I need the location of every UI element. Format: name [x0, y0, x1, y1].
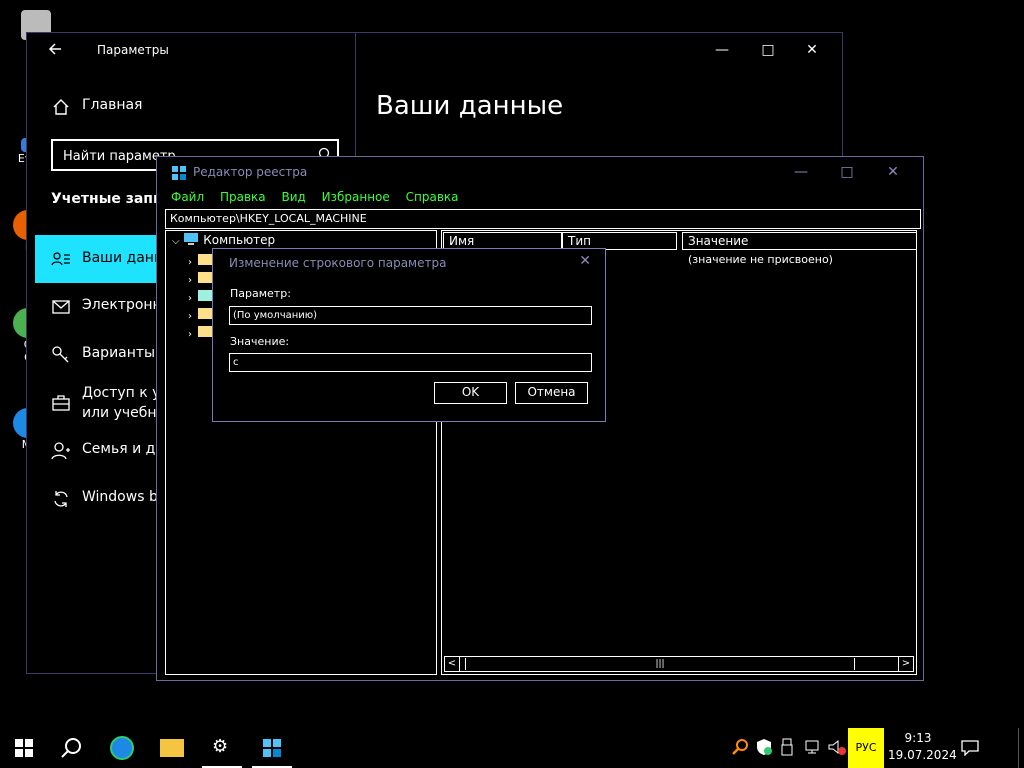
- menu-file[interactable]: Файл: [171, 190, 204, 204]
- scroll-thumb[interactable]: |||: [465, 658, 855, 670]
- clock[interactable]: 9:13 19.07.2024: [888, 730, 957, 764]
- briefcase-icon: [52, 395, 70, 411]
- horizontal-scrollbar[interactable]: < ||| >: [444, 656, 914, 672]
- tree-folder[interactable]: ›: [188, 325, 212, 341]
- chevron-right-icon[interactable]: ›: [188, 329, 192, 340]
- sync-icon: [54, 491, 68, 507]
- regedit-title: Редактор реестра: [193, 165, 308, 179]
- key-icon: [52, 346, 69, 363]
- scroll-right-button[interactable]: >: [898, 657, 913, 671]
- value-data-field[interactable]: [229, 353, 592, 372]
- page-heading: Ваши данные: [376, 91, 564, 121]
- tree-folder[interactable]: ›: [188, 253, 212, 269]
- show-desktop-button[interactable]: [1018, 728, 1024, 768]
- nav-windows-backup-label: Windows ba: [82, 489, 167, 505]
- cell-value: (значение не присвоено): [688, 253, 833, 266]
- nav-home-label: Главная: [82, 97, 143, 113]
- taskbar-settings[interactable]: ⚙: [198, 728, 246, 768]
- mail-icon: [52, 300, 70, 314]
- param-name-field[interactable]: [229, 306, 592, 325]
- menu-edit[interactable]: Правка: [220, 190, 266, 204]
- menu-favorites[interactable]: Избранное: [322, 190, 390, 204]
- regedit-menubar: Файл Правка Вид Избранное Справка: [171, 190, 471, 204]
- folder-icon: [198, 254, 212, 265]
- language-indicator[interactable]: РУС: [848, 728, 884, 768]
- edit-string-dialog: Изменение строкового параметра ✕ Парамет…: [212, 248, 606, 422]
- column-header-value[interactable]: Значение: [682, 232, 917, 250]
- chevron-right-icon[interactable]: ›: [188, 311, 192, 322]
- chevron-right-icon[interactable]: ›: [188, 293, 192, 304]
- folder-icon: [198, 290, 212, 301]
- minimize-button[interactable]: —: [702, 39, 742, 61]
- clock-time: 9:13: [904, 731, 932, 745]
- taskbar-edge[interactable]: [98, 728, 146, 768]
- param-label: Параметр:: [230, 287, 291, 300]
- taskbar-regedit[interactable]: [248, 728, 296, 768]
- search-icon: [61, 738, 81, 758]
- dialog-title: Изменение строкового параметра: [229, 256, 447, 270]
- volume-tray-icon[interactable]: [827, 738, 846, 758]
- search-button[interactable]: [48, 728, 96, 768]
- folder-icon: [198, 272, 212, 283]
- folder-icon: [198, 326, 212, 337]
- cancel-button[interactable]: Отмена: [515, 382, 588, 404]
- magnifier-icon: [732, 739, 748, 755]
- tree-folder[interactable]: ›: [188, 307, 212, 323]
- chevron-right-icon[interactable]: ›: [188, 275, 192, 286]
- notification-icon: [961, 740, 979, 756]
- chevron-right-icon[interactable]: ›: [188, 257, 192, 268]
- taskbar: ⚙ РУС 9:13 19.07.2024: [0, 728, 1024, 768]
- regedit-titlebar[interactable]: Редактор реестра — □ ✕: [157, 157, 923, 187]
- computer-icon: [184, 233, 199, 245]
- menu-view[interactable]: Вид: [281, 190, 305, 204]
- back-button[interactable]: [47, 41, 69, 59]
- chevron-down-icon[interactable]: ⌵: [172, 236, 180, 247]
- regedit-close-button[interactable]: ✕: [873, 161, 913, 183]
- tree-folder[interactable]: ›: [188, 289, 212, 305]
- home-icon: [53, 99, 69, 115]
- tree-folder[interactable]: ›: [188, 271, 212, 287]
- usb-tray-icon[interactable]: [780, 738, 798, 758]
- notifications-button[interactable]: [952, 728, 988, 768]
- folder-icon: [198, 308, 212, 319]
- value-label: Значение:: [230, 335, 290, 348]
- usb-icon: [781, 738, 793, 756]
- person-add-icon: [51, 442, 70, 460]
- search-tray-icon[interactable]: [731, 738, 749, 758]
- settings-title: Параметры: [97, 43, 169, 57]
- network-icon: [805, 740, 819, 754]
- network-tray-icon[interactable]: [804, 738, 822, 758]
- clock-date: 19.07.2024: [888, 748, 957, 762]
- start-button[interactable]: [0, 728, 48, 768]
- taskbar-explorer[interactable]: [148, 728, 196, 768]
- folder-icon: [160, 739, 184, 757]
- ok-button[interactable]: OK: [434, 382, 507, 404]
- regedit-minimize-button[interactable]: —: [781, 161, 821, 183]
- tree-root-label: Компьютер: [203, 233, 276, 247]
- person-card-icon: [51, 252, 70, 266]
- regedit-maximize-button[interactable]: □: [827, 161, 867, 183]
- nav-home[interactable]: Главная: [35, 85, 365, 129]
- gear-icon: ⚙: [212, 736, 229, 757]
- shield-icon: [757, 739, 772, 755]
- table-row[interactable]: (значение не присвоено): [688, 253, 833, 266]
- address-bar[interactable]: Компьютер\HKEY_LOCAL_MACHINE: [165, 209, 921, 229]
- maximize-button[interactable]: □: [748, 39, 788, 61]
- arrow-left-icon: [48, 43, 61, 55]
- edge-icon: [110, 736, 134, 760]
- volume-muted-icon: [828, 739, 846, 755]
- scroll-left-button[interactable]: <: [445, 657, 460, 671]
- close-button[interactable]: ✕: [792, 39, 832, 61]
- defender-tray-icon[interactable]: [755, 738, 773, 758]
- windows-logo-icon: [15, 739, 33, 757]
- regedit-icon: [263, 739, 281, 757]
- regedit-icon: [172, 166, 186, 180]
- dialog-close-button[interactable]: ✕: [579, 253, 591, 269]
- menu-help[interactable]: Справка: [406, 190, 459, 204]
- tree-root[interactable]: ⌵ Компьютер: [172, 233, 275, 247]
